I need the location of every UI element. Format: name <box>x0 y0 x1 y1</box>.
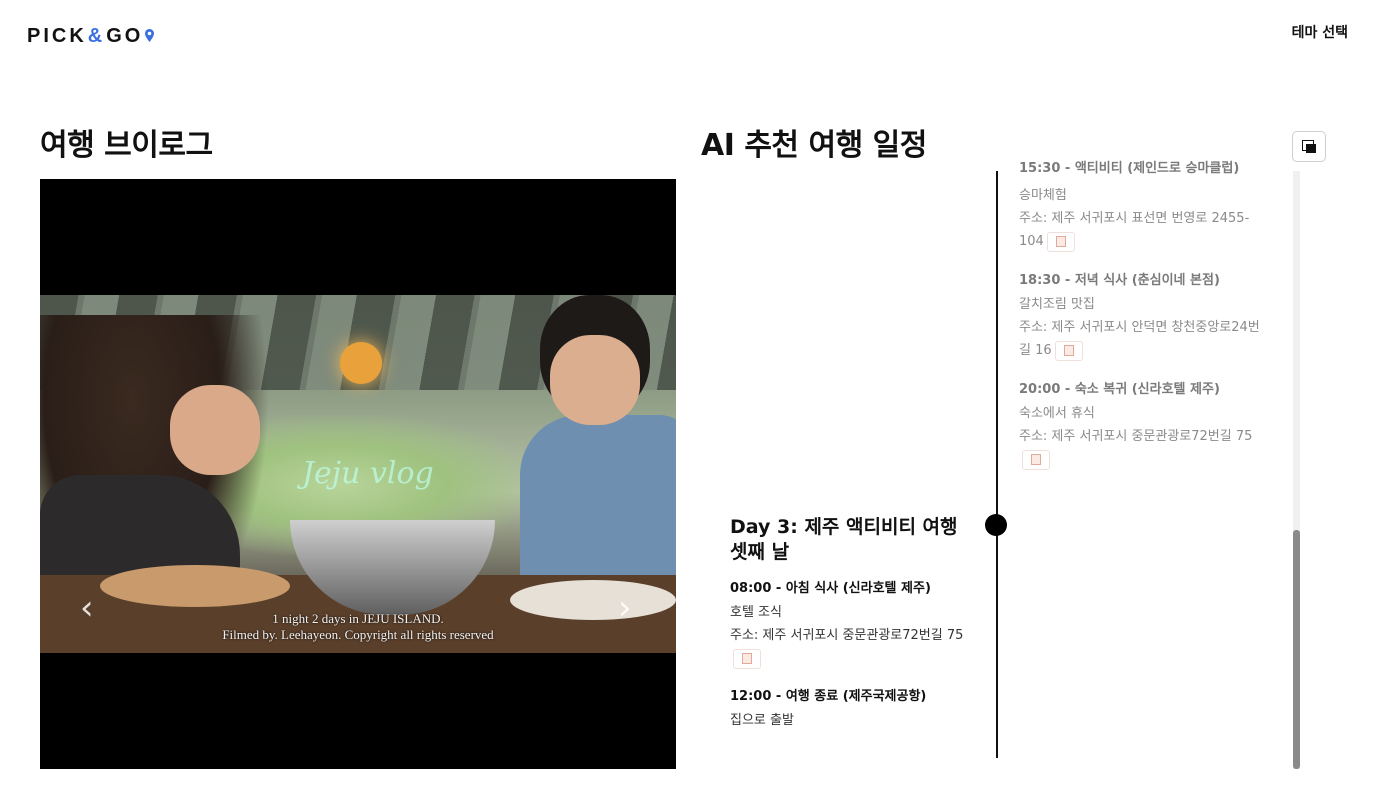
itinerary-item-desc: 승마체험 <box>1019 188 1067 203</box>
itinerary-item-desc: 호텔 조식 <box>730 605 782 620</box>
day2-itinerary-list: 15:30 - 액티비티 (제인드로 승마클럽) 승마체험 주소: 제주 서귀포… <box>1019 160 1269 487</box>
toggle-view-button[interactable] <box>1292 131 1326 162</box>
itinerary-item-address: 주소: 제주 서귀포시 표선면 번영로 2455-104 <box>1019 207 1269 253</box>
day3-title: Day 3: 제주 액티비티 여행 셋째 날 <box>730 516 958 563</box>
itinerary-item-address: 주소: 제주 서귀포시 중문관광로72번길 75 <box>730 624 980 670</box>
map-icon <box>1063 345 1074 356</box>
itinerary-item-address: 주소: 제주 서귀포시 중문관광로72번길 75 <box>1019 425 1269 471</box>
timeline-line <box>996 171 998 758</box>
itinerary-item: 12:00 - 여행 종료 (제주국제공항) 집으로 출발 <box>730 685 980 732</box>
video-caption-line2: Filmed by. Leehayeon. Copyright all righ… <box>222 627 494 642</box>
address-text: 주소: 제주 서귀포시 중문관광로72번길 75 <box>730 628 964 643</box>
map-icon <box>742 653 752 664</box>
itinerary-item-time: 12:00 - 여행 종료 (제주국제공항) <box>730 689 927 704</box>
logo[interactable]: PICK & GO <box>27 22 155 50</box>
map-button[interactable] <box>1054 340 1083 361</box>
itinerary-item: 20:00 - 숙소 복귀 (신라호텔 제주) 숙소에서 휴식 주소: 제주 서… <box>1019 378 1269 471</box>
video-frame: Jeju vlog 1 night 2 days in JEJU ISLAND.… <box>40 295 676 653</box>
person-left-face <box>170 385 260 475</box>
vlog-video-player[interactable]: Jeju vlog 1 night 2 days in JEJU ISLAND.… <box>40 179 676 769</box>
itinerary-item-time: 18:30 - 저녁 식사 (춘심이네 본점) <box>1019 273 1220 288</box>
map-button[interactable] <box>1022 449 1050 470</box>
theme-select-link[interactable]: 테마 선택 <box>1292 22 1348 42</box>
timeline-dot <box>985 514 1007 536</box>
itinerary-item: 08:00 - 아침 식사 (신라호텔 제주) 호텔 조식 주소: 제주 서귀포… <box>730 577 980 670</box>
itinerary-item: 18:30 - 저녁 식사 (춘심이네 본점) 갈치조림 맛집 주소: 제주 서… <box>1019 269 1269 362</box>
itinerary-item-time: 20:00 - 숙소 복귀 (신라호텔 제주) <box>1019 382 1220 397</box>
location-pin-icon <box>145 28 155 42</box>
video-caption-line1: 1 night 2 days in JEJU ISLAND. <box>272 611 444 626</box>
itinerary-item-desc: 갈치조림 맛집 <box>1019 297 1095 312</box>
itinerary-item-desc: 숙소에서 휴식 <box>1019 406 1095 421</box>
itinerary-section-title: AI 추천 여행 일정 <box>701 128 927 163</box>
map-button[interactable] <box>1046 231 1075 252</box>
window-toggle-icon-fill <box>1306 144 1316 153</box>
logo-ampersand: & <box>87 24 106 47</box>
logo-text-pick: PICK <box>27 24 87 47</box>
map-button[interactable] <box>733 648 761 669</box>
map-icon <box>1031 454 1041 465</box>
person-right-face <box>550 335 640 425</box>
itinerary-item: 15:30 - 액티비티 (제인드로 승마클럽) 승마체험 주소: 제주 서귀포… <box>1019 160 1269 253</box>
itinerary-item-address: 주소: 제주 서귀포시 안덕면 창천중앙로24번길 16 <box>1019 316 1269 362</box>
next-slide-icon[interactable]: › <box>618 591 632 625</box>
itinerary-item-time: 15:30 - 액티비티 (제인드로 승마클럽) <box>1019 161 1240 176</box>
video-scene-plate-left <box>100 565 290 607</box>
video-watermark: Jeju vlog <box>302 456 434 491</box>
logo-text-go: GO <box>106 24 144 47</box>
vlog-section-title: 여행 브이로그 <box>40 128 213 163</box>
itinerary-scrollbar-thumb[interactable] <box>1293 530 1300 769</box>
prev-slide-icon[interactable]: ‹ <box>80 591 94 625</box>
address-text: 주소: 제주 서귀포시 중문관광로72번길 75 <box>1019 429 1253 444</box>
day3-block: Day 3: 제주 액티비티 여행 셋째 날 08:00 - 아침 식사 (신라… <box>730 515 980 747</box>
video-scene-lamp <box>340 342 382 384</box>
itinerary-item-time: 08:00 - 아침 식사 (신라호텔 제주) <box>730 581 931 596</box>
itinerary-item-desc: 집으로 출발 <box>730 713 794 728</box>
map-icon <box>1055 236 1066 247</box>
